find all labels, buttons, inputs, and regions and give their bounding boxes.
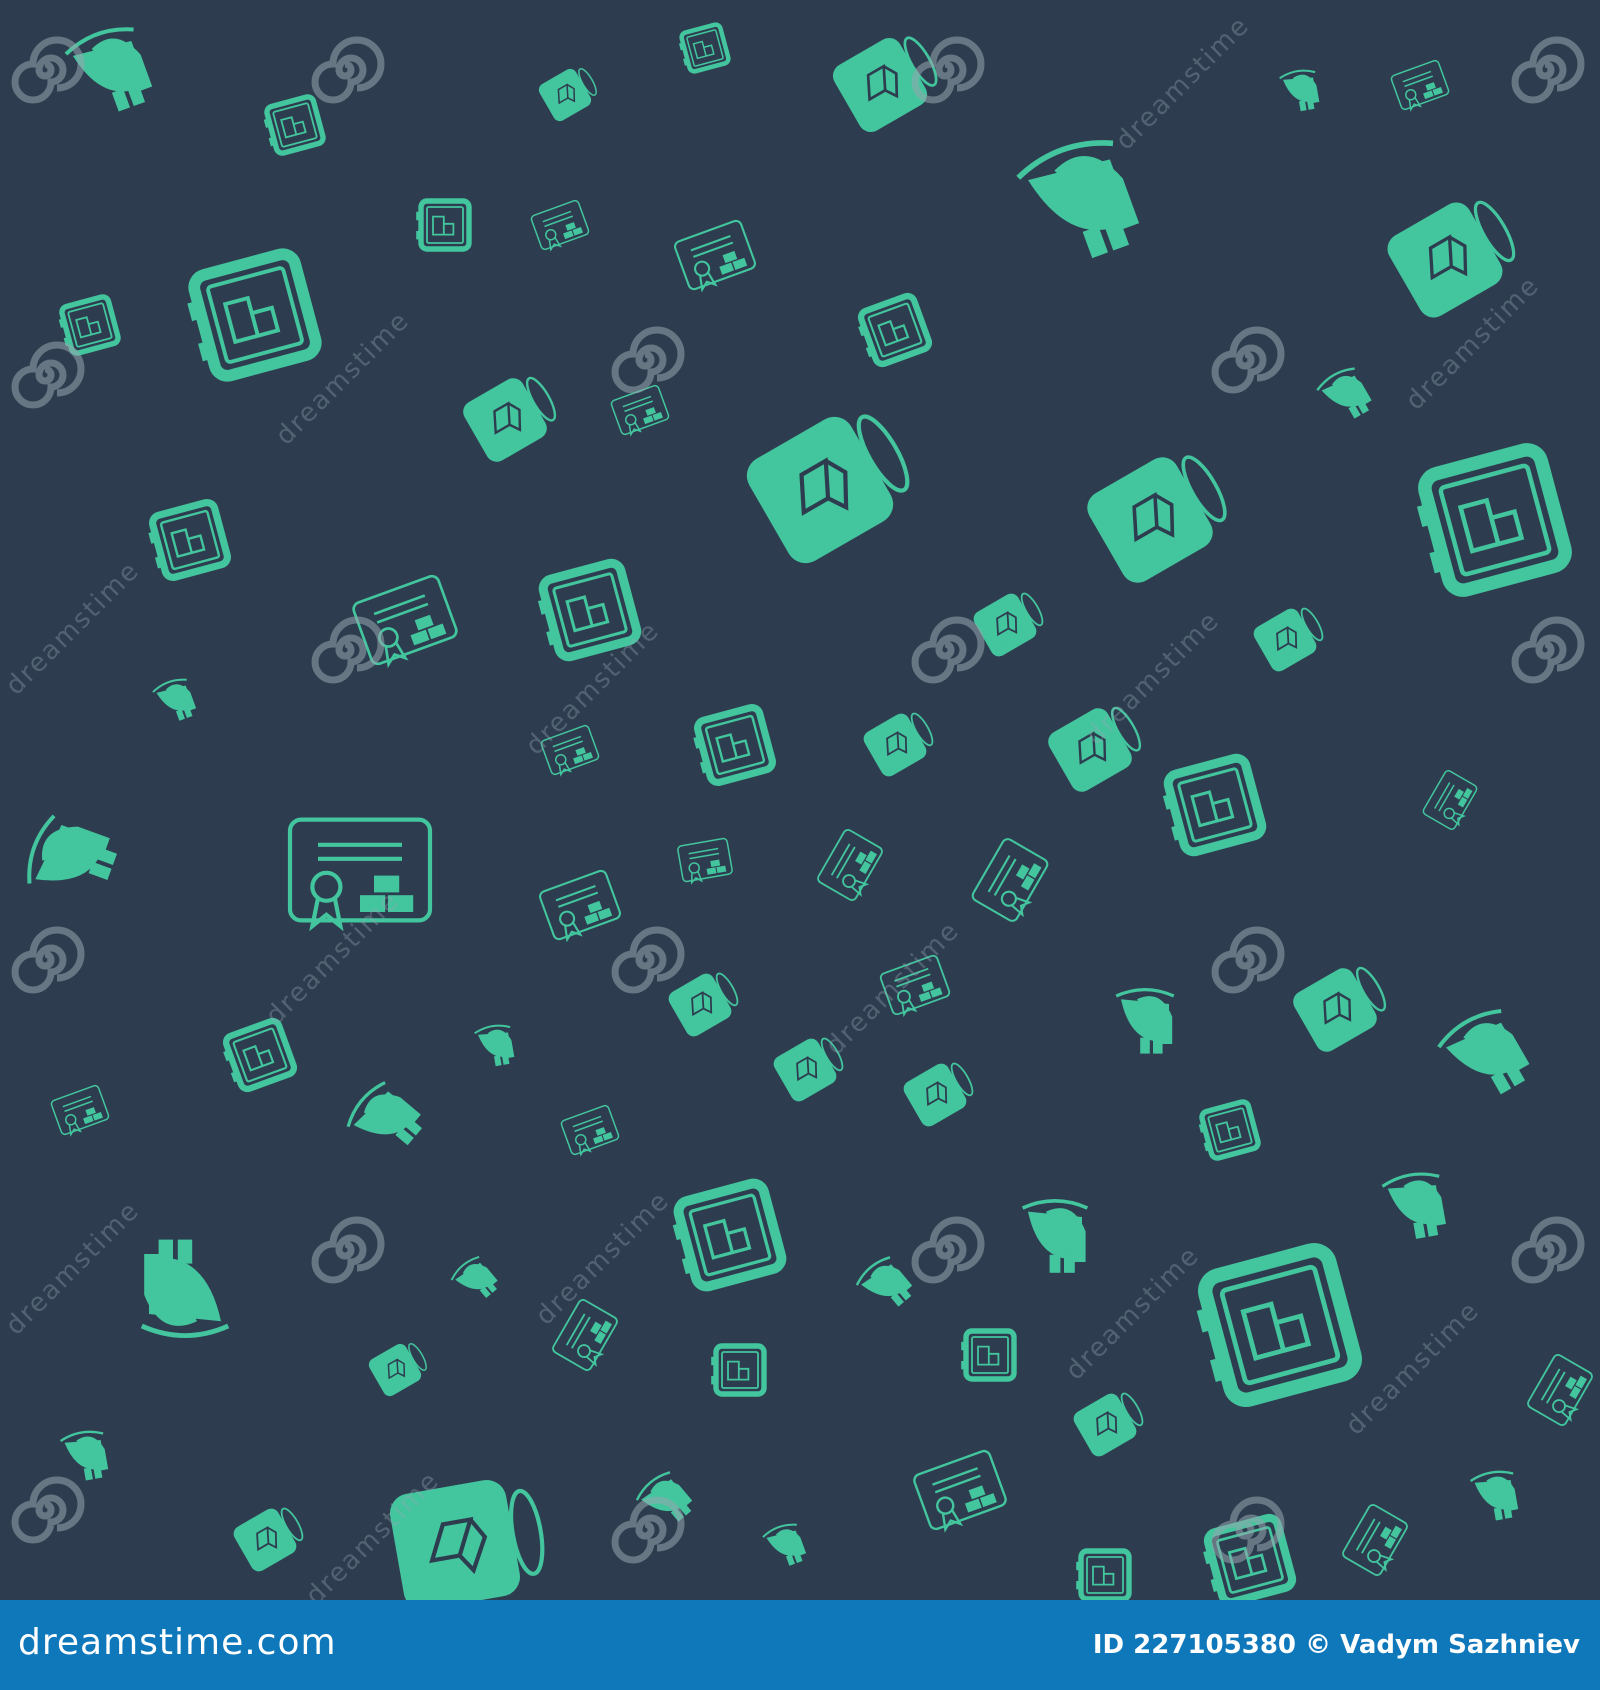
spiral-watermark-icon [11,36,85,104]
molten-gold-pouring-icon [1114,987,1176,1056]
spiral-watermark-icon [1511,36,1585,104]
spiral-watermark-icon [311,616,385,684]
safe-icon [961,1331,1014,1379]
gold-certificate-icon [529,198,592,254]
safe-icon [711,1346,764,1394]
molten-gold-pouring-icon [150,674,201,727]
molten-gold-pouring-icon [1432,1002,1540,1112]
gold-bar-speech-bubble-icon [387,1472,551,1600]
gold-bar-speech-bubble-icon [1249,598,1331,676]
stock-footer-bar: dreamstime.com ID 227105380 © Vadym Sazh… [0,1600,1600,1690]
gold-bar-speech-bubble-icon [1380,184,1529,325]
safe-icon [261,96,324,156]
safe-icon [854,294,931,368]
molten-gold-pouring-icon [852,1252,919,1320]
gold-bar-speech-bubble-icon [229,1498,311,1576]
spiral-watermark-icon [911,616,985,684]
spiral-watermark-icon [611,926,685,994]
gold-certificate-icon [49,1083,112,1139]
spiral-watermark-icon [1211,926,1285,994]
safe-icon [1410,447,1569,597]
spiral-watermark-icon [311,36,385,104]
molten-gold-pouring-icon [1020,1199,1090,1275]
safe-icon [145,501,230,581]
pattern-image: dreamstime dreamstime dreamstime dreamstime… [0,0,1600,1690]
gold-certificate-icon [672,218,759,295]
copyright-symbol: © [1305,1630,1332,1660]
molten-gold-pouring-icon [1014,133,1147,273]
spiral-watermark-icon [1511,1216,1585,1284]
safe-icon [1189,1247,1358,1407]
gold-bar-speech-bubble-icon [535,60,604,125]
spiral-watermark-icon [11,341,85,409]
safe-icon [690,706,775,786]
safe-icon [668,1181,784,1291]
safe-icon [533,561,639,661]
safe-icon [416,201,469,249]
gold-bar-speech-bubble-icon [740,396,925,571]
spiral-watermark-icon [911,1216,985,1284]
gold-certificate-icon [609,383,672,439]
author-name: Vadym Sazhniev [1340,1630,1580,1660]
gold-certificate-icon [539,723,602,779]
molten-gold-pouring-icon [1379,1168,1451,1245]
molten-gold-pouring-icon [341,1076,431,1166]
gold-certificate-icon [676,837,734,885]
spiral-watermark-icon [11,1476,85,1544]
gold-certificate-icon [1421,768,1481,833]
molten-gold-pouring-icon [1277,67,1323,115]
molten-gold-pouring-icon [19,811,124,911]
gold-certificate-icon [559,1103,622,1159]
gold-certificate-icon [1340,1502,1412,1579]
spiral-watermark-icon [11,926,85,994]
molten-gold-pouring-icon [58,1427,112,1485]
gold-certificate-icon [911,1448,1010,1535]
spiral-watermark-icon [611,326,685,394]
safe-icon [1196,1101,1259,1161]
spiral-watermark-icon [311,1216,385,1284]
gold-certificate-icon [537,868,624,945]
safe-icon [1076,1551,1129,1599]
molten-gold-pouring-icon [1468,1467,1522,1525]
gold-bar-speech-bubble-icon [1287,954,1396,1058]
gold-certificate-icon [1525,1352,1597,1429]
safe-icon [677,24,730,74]
gold-bar-speech-bubble-icon [1079,437,1242,591]
molten-gold-pouring-icon [142,1240,228,1336]
gold-certificate-icon [550,1297,622,1374]
gold-bar-speech-bubble-icon [1069,1383,1151,1461]
molten-gold-pouring-icon [760,1519,811,1572]
safe-icon [181,251,318,381]
safe-icon [1158,756,1264,856]
molten-gold-pouring-icon [447,1252,504,1309]
gold-certificate-icon [969,836,1053,926]
gold-certificate-icon [1389,58,1452,114]
gold-certificate-icon [290,820,430,926]
gold-bar-speech-bubble-icon [365,1335,434,1400]
gold-bar-speech-bubble-icon [664,963,746,1041]
gold-bar-speech-bubble-icon [457,364,566,468]
gold-certificate-icon [815,827,887,904]
image-id: ID 227105380 [1092,1630,1296,1660]
molten-gold-pouring-icon [472,1022,518,1070]
spiral-watermark-icon [1511,616,1585,684]
molten-gold-pouring-icon [1313,363,1378,429]
footer-logo[interactable]: dreamstime.com [18,1622,337,1663]
spiral-watermark-icon [1211,326,1285,394]
gold-bar-speech-bubble-icon [859,703,941,781]
footer-credit: ID 227105380 © Vadym Sazhniev [1093,1630,1580,1660]
gold-bar-speech-bubble-icon [769,1028,851,1106]
gold-bar-speech-bubble-icon [1042,694,1151,798]
gold-bar-speech-bubble-icon [827,23,949,138]
gold-certificate-icon [878,953,953,1019]
safe-icon [219,1019,296,1093]
spiral-watermark-icon [611,1496,685,1564]
seamless-icon-pattern [11,19,1597,1600]
gold-bar-speech-bubble-icon [899,1053,981,1131]
